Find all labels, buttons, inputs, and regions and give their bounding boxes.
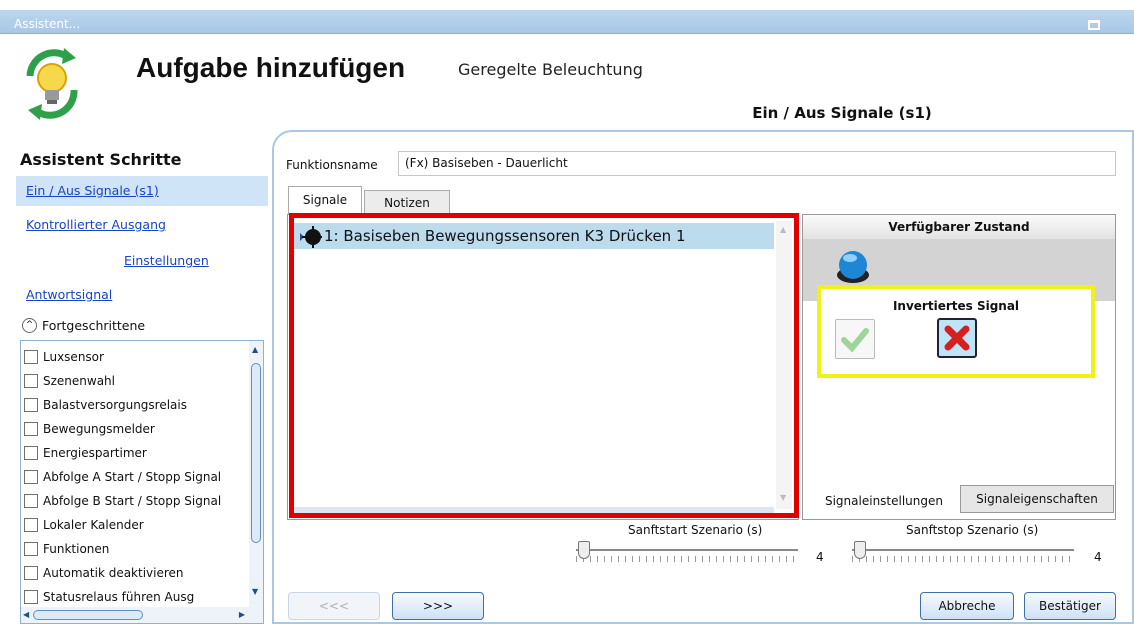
list-item[interactable]: Bewegungsmelder	[21, 417, 249, 441]
chevron-up-icon: ^	[22, 318, 37, 333]
confirm-button[interactable]: Bestätiger	[1024, 592, 1116, 620]
checkbox[interactable]	[24, 422, 38, 436]
slider-track	[852, 549, 1074, 551]
list-item[interactable]: Szenenwahl	[21, 369, 249, 393]
current-step-tab: Ein / Aus Signale (s1)	[651, 88, 1033, 132]
softstop-label: Sanftstop Szenario (s)	[906, 523, 1039, 537]
list-item[interactable]: Automatik deaktivieren	[21, 561, 249, 585]
maximize-icon[interactable]	[1088, 20, 1100, 30]
scrollbar-thumb[interactable]	[33, 610, 143, 620]
list-item-label: Abfolge B Start / Stopp Signal	[43, 494, 222, 508]
scroll-left-icon[interactable]: ◀	[23, 610, 29, 619]
list-horizontal-scrollbar[interactable]: ◀ ▶	[21, 607, 263, 623]
list-item[interactable]: Abfolge B Start / Stopp Signal	[21, 489, 249, 513]
sidebar-step-signals[interactable]: Ein / Aus Signale (s1)	[16, 176, 268, 206]
slider-ticks	[576, 556, 798, 562]
tab-signale[interactable]: Signale	[288, 186, 362, 214]
checkbox[interactable]	[24, 566, 38, 580]
close-icon[interactable]	[937, 318, 977, 358]
list-vertical-scrollbar[interactable]: ▲ ▼	[249, 341, 263, 607]
checkbox[interactable]	[24, 542, 38, 556]
page-title: Aufgabe hinzufügen	[136, 52, 406, 83]
softstop-slider[interactable]	[848, 541, 1078, 567]
inverted-signal-heading: Invertiertes Signal	[892, 299, 1020, 313]
list-item-label: Szenenwahl	[43, 374, 115, 388]
list-item[interactable]: Luxsensor	[21, 345, 249, 369]
current-step-label: Ein / Aus Signale (s1)	[752, 104, 932, 122]
window-titlebar: Assistent...	[0, 0, 1134, 34]
highlight-frame-red	[289, 213, 799, 518]
function-name-label: Funktionsname	[286, 158, 378, 172]
cancel-button[interactable]: Abbreche	[920, 592, 1014, 620]
checkbox[interactable]	[24, 494, 38, 508]
scroll-down-icon[interactable]: ▼	[252, 587, 258, 596]
checkbox[interactable]	[24, 470, 38, 484]
next-button[interactable]: >>>	[392, 592, 484, 620]
list-item[interactable]: Energiespartimer	[21, 441, 249, 465]
tab-signal-properties[interactable]: Signaleigenschaften	[960, 485, 1114, 513]
list-item-label: Bewegungsmelder	[43, 422, 155, 436]
checkbox[interactable]	[24, 590, 38, 604]
advanced-label: Fortgeschrittene	[42, 318, 146, 333]
list-item[interactable]: Balastversorgungsrelais	[21, 393, 249, 417]
wizard-steps-sidebar: Assistent Schritte Ein / Aus Signale (s1…	[16, 140, 268, 624]
checkbox[interactable]	[24, 350, 38, 364]
advanced-toggle[interactable]: ^ Fortgeschrittene	[20, 316, 145, 336]
slider-thumb[interactable]	[854, 541, 866, 559]
sidebar-step-output[interactable]: Kontrollierter Ausgang	[16, 210, 268, 240]
scrollbar-thumb[interactable]	[251, 363, 261, 543]
list-item[interactable]: Statusrelaus führen Ausg	[21, 585, 249, 609]
sidebar-step-settings[interactable]: Einstellungen	[16, 246, 268, 276]
checkmark-icon[interactable]	[835, 319, 875, 359]
function-name-field[interactable]: (Fx) Basiseben - Dauerlicht	[398, 151, 1116, 176]
scroll-right-icon[interactable]: ▶	[239, 610, 245, 619]
list-item-label: Energiespartimer	[43, 446, 147, 460]
tab-notizen[interactable]: Notizen	[364, 190, 450, 214]
softstop-value: 4	[1094, 550, 1102, 564]
sidebar-step-response[interactable]: Antwortsignal	[16, 280, 268, 310]
inverted-signal-box: Invertiertes Signal	[817, 285, 1095, 378]
checkbox[interactable]	[24, 374, 38, 388]
softstart-slider[interactable]	[572, 541, 802, 567]
softstart-label: Sanftstart Szenario (s)	[628, 523, 763, 537]
list-item-label: Lokaler Kalender	[43, 518, 144, 532]
back-button[interactable]: <<<	[288, 592, 380, 620]
list-item-label: Automatik deaktivieren	[43, 566, 184, 580]
window-top-strip	[0, 0, 1134, 10]
list-item[interactable]: Abfolge A Start / Stopp Signal	[21, 465, 249, 489]
slider-track	[576, 549, 798, 551]
list-item[interactable]: Funktionen	[21, 537, 249, 561]
available-state-heading: Verfügbarer Zustand	[803, 215, 1115, 239]
page-subtitle: Geregelte Beleuchtung	[458, 60, 643, 79]
scroll-up-icon[interactable]: ▲	[252, 345, 258, 354]
list-item-label: Funktionen	[43, 542, 110, 556]
sidebar-heading: Assistent Schritte	[20, 150, 182, 169]
checkbox[interactable]	[24, 518, 38, 532]
checkbox[interactable]	[24, 398, 38, 412]
list-item[interactable]: Lokaler Kalender	[21, 513, 249, 537]
list-item-label: Abfolge A Start / Stopp Signal	[43, 470, 222, 484]
softstart-value: 4	[816, 550, 824, 564]
list-item-label: Luxsensor	[43, 350, 104, 364]
list-item-label: Statusrelaus führen Ausg	[43, 590, 195, 604]
list-item-label: Balastversorgungsrelais	[43, 398, 187, 412]
tab-signal-settings[interactable]: Signaleinstellungen	[812, 488, 956, 518]
checkbox[interactable]	[24, 446, 38, 460]
advanced-options-list: Luxsensor Szenenwahl Balastversorgungsre…	[20, 340, 264, 624]
slider-ticks	[852, 556, 1074, 562]
blue-pushbutton-icon[interactable]	[835, 247, 871, 287]
slider-thumb[interactable]	[578, 541, 590, 559]
lightbulb-refresh-logo	[26, 48, 78, 120]
window-title: Assistent...	[14, 17, 81, 31]
